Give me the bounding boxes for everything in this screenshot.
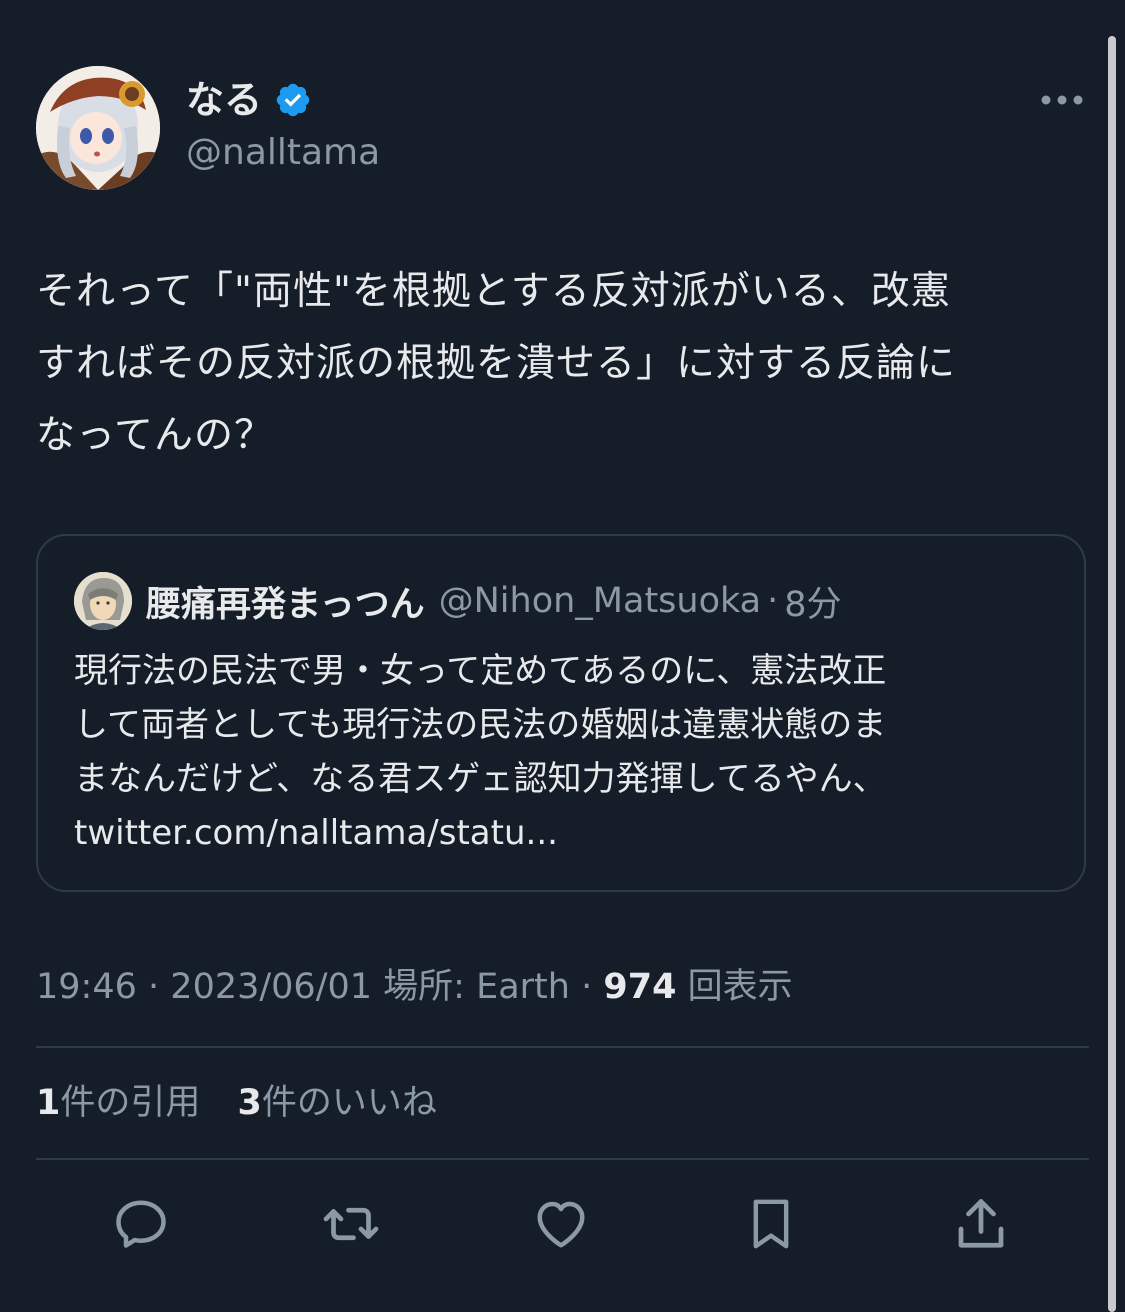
- divider: [36, 1046, 1089, 1048]
- quoted-tweet-card[interactable]: 腰痛再発まっつん @Nihon_Matsuoka · 8分 現行法の民法で男・女…: [36, 534, 1086, 892]
- quotes-count: 1: [36, 1083, 61, 1123]
- quoted-author-handle: @Nihon_Matsuoka: [438, 581, 762, 621]
- tweet-detail-page: なる @nalltama それって「"両性"を根拠とする反対派がいる、改憲 すれ…: [0, 0, 1125, 1312]
- bookmark-icon[interactable]: [733, 1186, 809, 1262]
- scrollbar[interactable]: [1108, 36, 1116, 1312]
- quoted-tweet-header: 腰痛再発まっつん @Nihon_Matsuoka · 8分: [74, 572, 842, 630]
- tweet-time[interactable]: 19:46: [36, 967, 137, 1007]
- tweet-date[interactable]: 2023/06/01: [170, 967, 372, 1007]
- views-label: 回表示: [687, 967, 793, 1007]
- share-icon[interactable]: [943, 1186, 1019, 1262]
- author-handle[interactable]: @nalltama: [186, 130, 380, 176]
- quotes-label: 件の引用: [60, 1083, 201, 1123]
- meta-separator: ·: [148, 967, 160, 1007]
- reply-icon[interactable]: [103, 1186, 179, 1262]
- quoted-timestamp: 8分: [784, 584, 842, 625]
- verified-badge-icon: [274, 81, 312, 119]
- likes-label: 件のいいね: [261, 1083, 437, 1123]
- author-avatar[interactable]: [36, 66, 160, 190]
- tweet-header: なる @nalltama: [36, 66, 1086, 190]
- like-icon[interactable]: [523, 1186, 599, 1262]
- author-display-name[interactable]: なる: [186, 76, 312, 124]
- tweet-stats: 1件の引用 3件のいいね: [36, 1078, 463, 1128]
- tweet-meta: 19:46 · 2023/06/01 場所: Earth · 974 回表示: [36, 962, 793, 1012]
- quotes-stat[interactable]: 1件の引用: [36, 1083, 200, 1123]
- views-count[interactable]: 974: [603, 967, 676, 1007]
- retweet-icon[interactable]: [313, 1186, 389, 1262]
- action-bar: [36, 1186, 1089, 1262]
- tweet-text: それって「"両性"を根拠とする反対派がいる、改憲 すればその反対派の根拠を潰せる…: [36, 269, 957, 458]
- author-name-text: なる: [186, 78, 263, 122]
- likes-stat[interactable]: 3件のいいね: [238, 1083, 437, 1123]
- quoted-separator: ·: [767, 581, 779, 621]
- meta-separator: ·: [581, 967, 593, 1007]
- divider: [36, 1158, 1089, 1160]
- quoted-tweet-text: 現行法の民法で男・女って定めてあるのに、憲法改正 して両者としても現行法の民法の…: [74, 651, 887, 853]
- quoted-author-avatar: [74, 572, 132, 630]
- quoted-author-display-name: 腰痛再発まっつん: [146, 584, 425, 625]
- more-options-icon[interactable]: [1040, 88, 1084, 112]
- tweet-location: 場所: Earth: [383, 967, 570, 1007]
- likes-count: 3: [237, 1083, 262, 1123]
